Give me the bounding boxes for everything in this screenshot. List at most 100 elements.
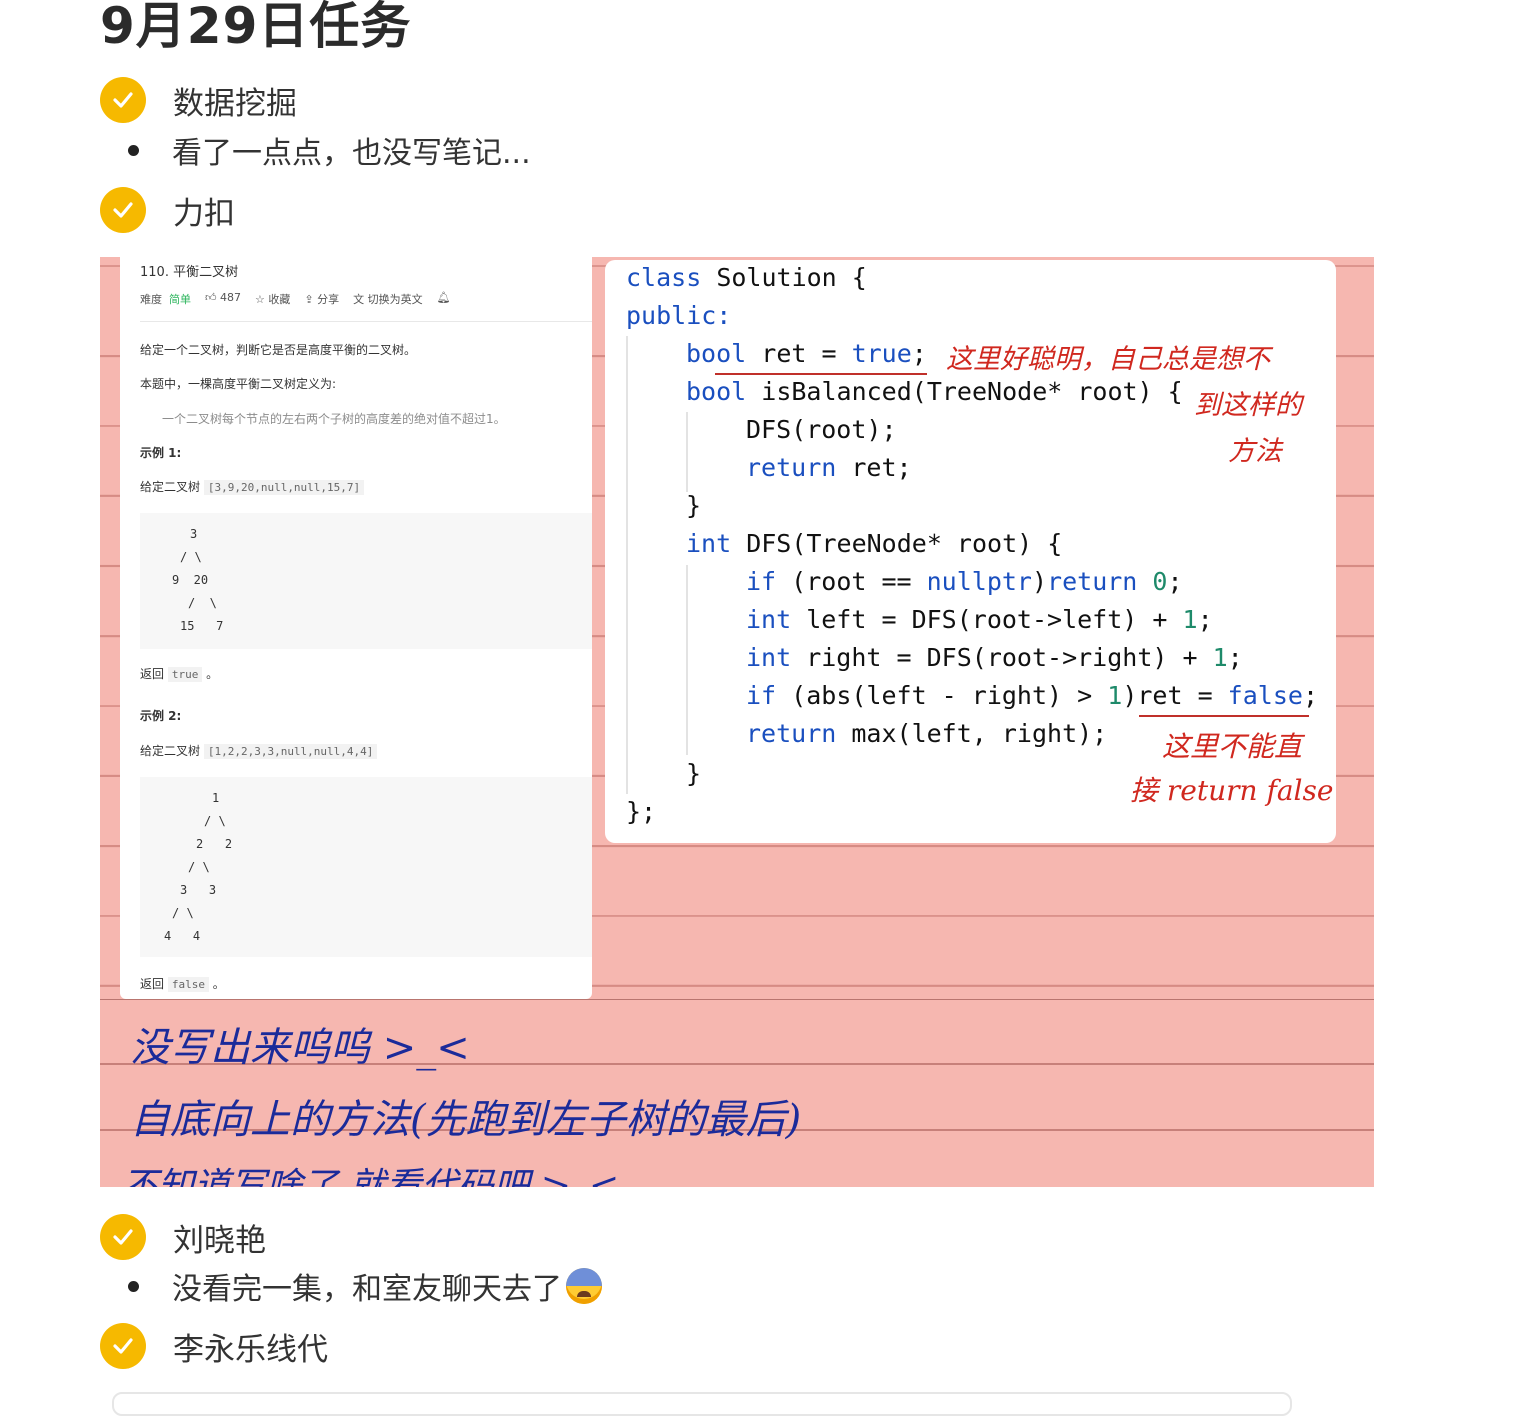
red-underline	[715, 373, 927, 375]
thumbs-up-icon: 👍︎	[205, 291, 217, 304]
tree-line: / \	[204, 814, 226, 828]
code-token: int	[746, 605, 792, 634]
tree-line: 3	[190, 527, 198, 541]
indent-guide	[686, 565, 688, 755]
note-text: 没看完一集，和室友聊天去了	[172, 1264, 602, 1308]
code-token: return	[746, 719, 837, 748]
red-annotation: 到这样的	[1194, 390, 1302, 421]
red-annotation: 这里不能直	[1162, 730, 1303, 763]
translate-icon: 文	[353, 293, 365, 306]
page-title: 9月29日任务	[100, 0, 412, 55]
tree-line: / \	[188, 860, 210, 874]
switch-language-button[interactable]: 文 切换为英文	[353, 291, 423, 307]
bullet-dot-icon	[128, 144, 139, 156]
code-token: return	[746, 453, 837, 482]
red-annotation: 方法	[1228, 436, 1282, 467]
code-token: false	[1227, 681, 1303, 710]
task-item[interactable]: 数据挖掘	[100, 76, 297, 124]
check-icon[interactable]	[100, 1214, 146, 1260]
example2-given: 给定二叉树 [1,2,2,3,3,null,null,4,4]	[140, 742, 378, 759]
code-token: 1	[1107, 681, 1123, 710]
code-token: if	[746, 681, 777, 710]
check-icon[interactable]	[100, 1323, 146, 1369]
tree-line: / \	[188, 596, 217, 610]
example2-array: [1,2,2,3,3,null,null,4,4]	[203, 744, 378, 759]
tree-line: / \	[172, 906, 194, 920]
code-token: nullptr	[926, 567, 1032, 596]
tree-line: 15 7	[180, 619, 224, 633]
bell-icon[interactable]: 🔔︎	[437, 291, 451, 307]
code-token: return	[1047, 567, 1138, 596]
return-value: true	[167, 667, 203, 682]
example1-given-label: 给定二叉树	[140, 480, 201, 494]
notebook-photo: 110. 平衡二叉树 难度 简单 👍︎ 487 ☆ 收藏 ⇪ 分享 文 切换为英…	[100, 257, 1374, 1187]
code-token: ;	[1197, 605, 1213, 634]
problem-title: 110. 平衡二叉树	[140, 265, 239, 280]
code-token: ;	[1302, 681, 1318, 710]
code-token: DFS(TreeNode* root) {	[731, 529, 1063, 558]
code-line: class Solution {	[626, 262, 867, 294]
code-token: ret =	[746, 339, 852, 368]
code-line: int right = DFS(root->right) + 1;	[746, 642, 1243, 674]
task-item[interactable]: 力扣	[100, 186, 235, 234]
code-token: )ret =	[1122, 681, 1228, 710]
task-label: 力扣	[173, 195, 235, 232]
check-icon[interactable]	[100, 187, 146, 233]
code-line: DFS(root);	[746, 415, 897, 444]
code-token: if	[746, 567, 777, 596]
task-label: 李永乐线代	[173, 1331, 328, 1368]
code-line: public:	[626, 301, 732, 330]
red-annotation: 这里好聪明，自己总是想不	[946, 344, 1270, 375]
difficulty-badge: 简单	[169, 293, 191, 306]
problem-description: 给定一个二叉树，判断它是否是高度平衡的二叉树。	[140, 343, 417, 357]
code-token: bool	[686, 377, 747, 406]
red-underline	[1139, 715, 1309, 717]
code-token: right = DFS(root->right) +	[791, 643, 1213, 672]
code-line: }	[686, 759, 702, 788]
code-token: isBalanced(TreeNode* root) {	[746, 377, 1183, 406]
code-token: max(left, right);	[836, 719, 1108, 748]
return-label: 返回	[140, 977, 165, 991]
code-token: int	[746, 643, 792, 672]
example2-return: 返回 false 。	[140, 975, 225, 992]
code-line: bool isBalanced(TreeNode* root) {	[686, 376, 1183, 408]
code-token: (root ==	[776, 567, 927, 596]
check-icon[interactable]	[100, 77, 146, 123]
task-item[interactable]: 刘晓艳	[100, 1213, 266, 1261]
example2-tree: 1 / \ 2 2 / \ 3 3 / \ 4 4	[140, 777, 592, 957]
code-token: 0	[1152, 567, 1168, 596]
favorite-button[interactable]: ☆ 收藏	[255, 291, 290, 307]
code-token: ;	[1227, 643, 1243, 672]
return-value: false	[167, 977, 209, 992]
code-token: ret;	[836, 453, 912, 482]
period: 。	[212, 977, 225, 991]
code-token: 1	[1182, 605, 1198, 634]
return-label: 返回	[140, 667, 165, 681]
code-token: ;	[911, 339, 927, 368]
period: 。	[206, 667, 219, 681]
tree-line: 4 4	[164, 929, 201, 943]
code-token: bool	[686, 339, 747, 368]
share-button[interactable]: ⇪ 分享	[304, 291, 339, 307]
code-token: int	[686, 529, 732, 558]
indent-guide	[686, 412, 688, 492]
code-token: left = DFS(root->left) +	[791, 605, 1183, 634]
example2-title: 示例 2:	[140, 709, 182, 723]
like-button[interactable]: 👍︎ 487	[205, 291, 241, 307]
switch-language-label: 切换为英文	[367, 293, 423, 306]
example1-given: 给定二叉树 [3,9,20,null,null,15,7]	[140, 478, 365, 495]
note-item: 没看完一集，和室友聊天去了	[128, 1264, 602, 1308]
paper-fold-line	[100, 999, 1374, 1000]
problem-meta: 难度 简单 👍︎ 487 ☆ 收藏 ⇪ 分享 文 切换为英文 🔔︎	[140, 291, 451, 307]
code-token: 1	[1212, 643, 1228, 672]
problem-screenshot: 110. 平衡二叉树 难度 简单 👍︎ 487 ☆ 收藏 ⇪ 分享 文 切换为英…	[120, 257, 592, 999]
example1-array: [3,9,20,null,null,15,7]	[203, 480, 365, 495]
definition-quote: 一个二叉树每个节点的左右两个子树的高度差的绝对值不超过1。	[162, 412, 506, 426]
task-item[interactable]: 李永乐线代	[100, 1322, 328, 1370]
code-line: };	[626, 797, 657, 826]
example1-return: 返回 true 。	[140, 665, 218, 682]
blue-handwriting: 不知道写啥了 就看代码吧 >_<	[122, 1166, 620, 1187]
example2-given-label: 给定二叉树	[140, 744, 201, 758]
next-block-edge	[112, 1392, 1292, 1416]
example1-title: 示例 1:	[140, 446, 182, 460]
